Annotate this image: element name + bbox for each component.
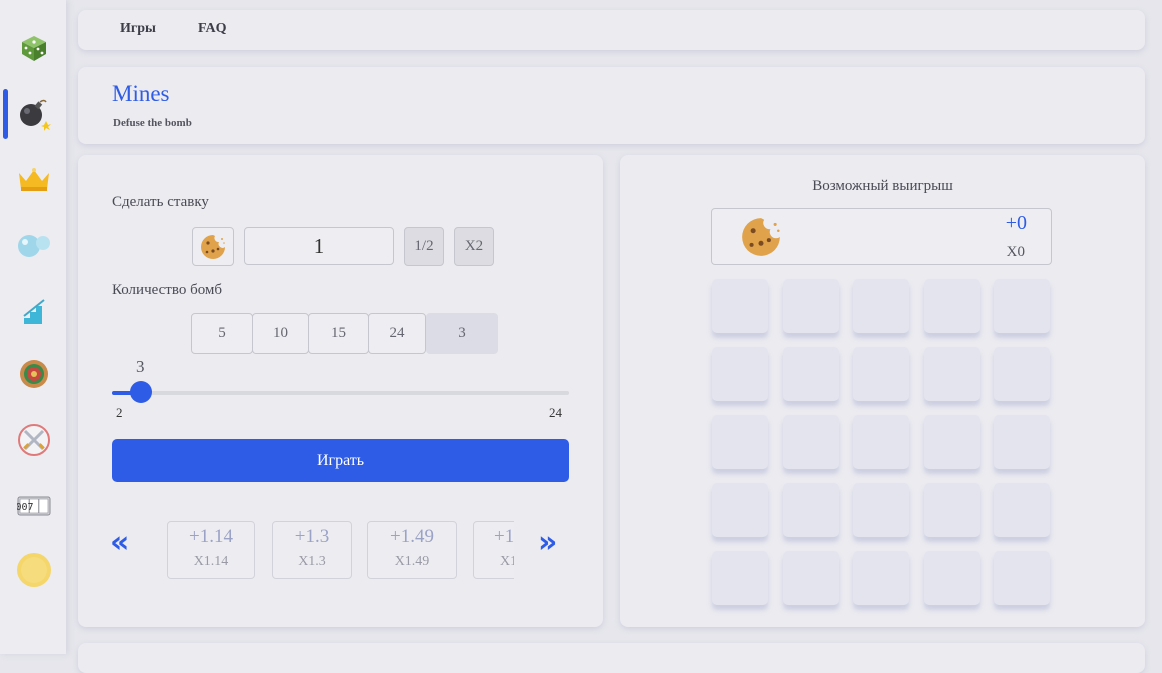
multiplier-plus: +1.49 bbox=[390, 526, 434, 547]
half-bet-button[interactable]: 1/2 bbox=[404, 227, 444, 266]
bubbles-icon bbox=[18, 235, 50, 257]
mine-cell[interactable] bbox=[923, 483, 980, 537]
bombs-label: Количество бомб bbox=[112, 282, 223, 298]
sidebar-item-dice[interactable] bbox=[14, 28, 54, 68]
bet-label: Сделать ставку bbox=[112, 194, 209, 210]
mine-cell[interactable] bbox=[853, 347, 909, 401]
multiplier-plus: +1.14 bbox=[189, 526, 233, 547]
slot-digit: 007 bbox=[17, 502, 34, 513]
multipliers-carousel: +1.14 X1.14 +1.3 X1.3 +1.49 X1.49 +1 X1 bbox=[166, 521, 514, 583]
possible-win-amount: +0 bbox=[1005, 212, 1027, 234]
sidebar: 007 bbox=[0, 0, 66, 654]
double-bet-button[interactable]: X2 bbox=[454, 227, 494, 266]
bottom-panel bbox=[78, 643, 1145, 673]
page-subtitle: Defuse the bomb bbox=[113, 117, 192, 129]
bomb-option-24[interactable]: 24 bbox=[368, 313, 426, 354]
sidebar-item-roulette[interactable] bbox=[14, 354, 54, 394]
possible-win-title: Возможный выигрыш bbox=[812, 178, 953, 194]
currency-selector[interactable] bbox=[192, 227, 234, 266]
mine-cell[interactable] bbox=[712, 483, 768, 537]
sidebar-item-slots[interactable]: 007 bbox=[14, 486, 54, 526]
active-indicator bbox=[3, 89, 8, 139]
mine-cell[interactable] bbox=[712, 551, 768, 605]
multiplier-card: +1.3 X1.3 bbox=[272, 521, 352, 579]
mine-cell[interactable] bbox=[994, 415, 1050, 469]
mine-cell[interactable] bbox=[994, 551, 1050, 605]
multipliers-prev-button[interactable]: « bbox=[110, 525, 130, 560]
play-button[interactable]: Играть bbox=[112, 439, 569, 482]
sidebar-item-bubbles[interactable] bbox=[14, 225, 54, 265]
top-navigation: Игры FAQ bbox=[78, 10, 1145, 50]
bomb-icon bbox=[20, 99, 51, 131]
bomb-slider-track[interactable] bbox=[112, 391, 569, 395]
mine-cell[interactable] bbox=[994, 483, 1050, 537]
nav-link-faq[interactable]: FAQ bbox=[198, 21, 227, 37]
possible-win-multiplier: X0 bbox=[1006, 244, 1025, 260]
mine-cell[interactable] bbox=[994, 347, 1050, 401]
gold-coin-icon bbox=[17, 553, 51, 587]
nav-link-games[interactable]: Игры bbox=[120, 21, 156, 37]
cookie-icon bbox=[742, 218, 780, 256]
slider-min-label: 2 bbox=[116, 405, 123, 420]
crossed-swords-icon bbox=[18, 424, 50, 456]
slider-max-label: 24 bbox=[549, 405, 562, 420]
bet-amount-input[interactable] bbox=[244, 227, 394, 265]
mine-cell[interactable] bbox=[994, 279, 1050, 333]
multiplier-card: +1.14 X1.14 bbox=[167, 521, 255, 579]
mine-cell[interactable] bbox=[782, 415, 839, 469]
cookie-icon bbox=[201, 234, 225, 259]
mine-cell[interactable] bbox=[712, 347, 768, 401]
multiplier-card: +1 X1 bbox=[473, 521, 514, 579]
sidebar-item-mines[interactable] bbox=[14, 94, 54, 134]
multipliers-next-button[interactable]: » bbox=[538, 525, 558, 560]
multiplier-plus: +1.3 bbox=[294, 526, 330, 547]
bomb-slider-handle[interactable] bbox=[130, 381, 152, 403]
mine-cell[interactable] bbox=[712, 279, 768, 333]
bomb-count-display: 3 bbox=[426, 313, 498, 354]
mine-cell[interactable] bbox=[853, 483, 909, 537]
bomb-option-10[interactable]: 10 bbox=[252, 313, 309, 354]
sidebar-item-crown[interactable] bbox=[14, 160, 54, 200]
mine-cell[interactable] bbox=[782, 279, 839, 333]
mine-cell[interactable] bbox=[782, 483, 839, 537]
stairs-icon bbox=[23, 299, 45, 324]
mine-cell[interactable] bbox=[923, 347, 980, 401]
mine-cell[interactable] bbox=[712, 415, 768, 469]
mine-cell[interactable] bbox=[923, 551, 980, 605]
mine-cell[interactable] bbox=[853, 415, 909, 469]
slot-counter-icon: 007 bbox=[17, 496, 51, 516]
multiplier-x: X1.3 bbox=[298, 554, 326, 569]
crown-icon bbox=[19, 168, 49, 191]
bet-panel: Сделать ставку 1/2 X2 Количество бомб 5 … bbox=[78, 155, 603, 627]
multiplier-x: X1 bbox=[500, 554, 514, 569]
multiplier-card: +1.49 X1.49 bbox=[367, 521, 457, 579]
multiplier-x: X1.14 bbox=[193, 554, 229, 569]
sidebar-item-coin[interactable] bbox=[14, 550, 54, 590]
mine-cell[interactable] bbox=[923, 415, 980, 469]
sidebar-item-swords[interactable] bbox=[14, 420, 54, 460]
multiplier-x: X1.49 bbox=[394, 554, 430, 569]
multiplier-plus: +1 bbox=[494, 526, 514, 547]
possible-win-box: +0 X0 bbox=[711, 208, 1052, 265]
mine-cell[interactable] bbox=[782, 551, 839, 605]
mine-cell[interactable] bbox=[853, 551, 909, 605]
sidebar-item-stairs[interactable] bbox=[14, 292, 54, 332]
roulette-icon bbox=[20, 360, 48, 388]
mine-cell[interactable] bbox=[853, 279, 909, 333]
bomb-option-5[interactable]: 5 bbox=[191, 313, 253, 354]
page-header: Mines Defuse the bomb bbox=[78, 67, 1145, 144]
mine-cell[interactable] bbox=[923, 279, 980, 333]
page-title: Mines bbox=[112, 81, 170, 106]
mine-cell[interactable] bbox=[782, 347, 839, 401]
bomb-option-15[interactable]: 15 bbox=[308, 313, 369, 354]
dice-icon bbox=[22, 36, 46, 61]
game-panel: Возможный выигрыш +0 X0 bbox=[620, 155, 1145, 627]
slider-current-value: 3 bbox=[136, 357, 145, 376]
